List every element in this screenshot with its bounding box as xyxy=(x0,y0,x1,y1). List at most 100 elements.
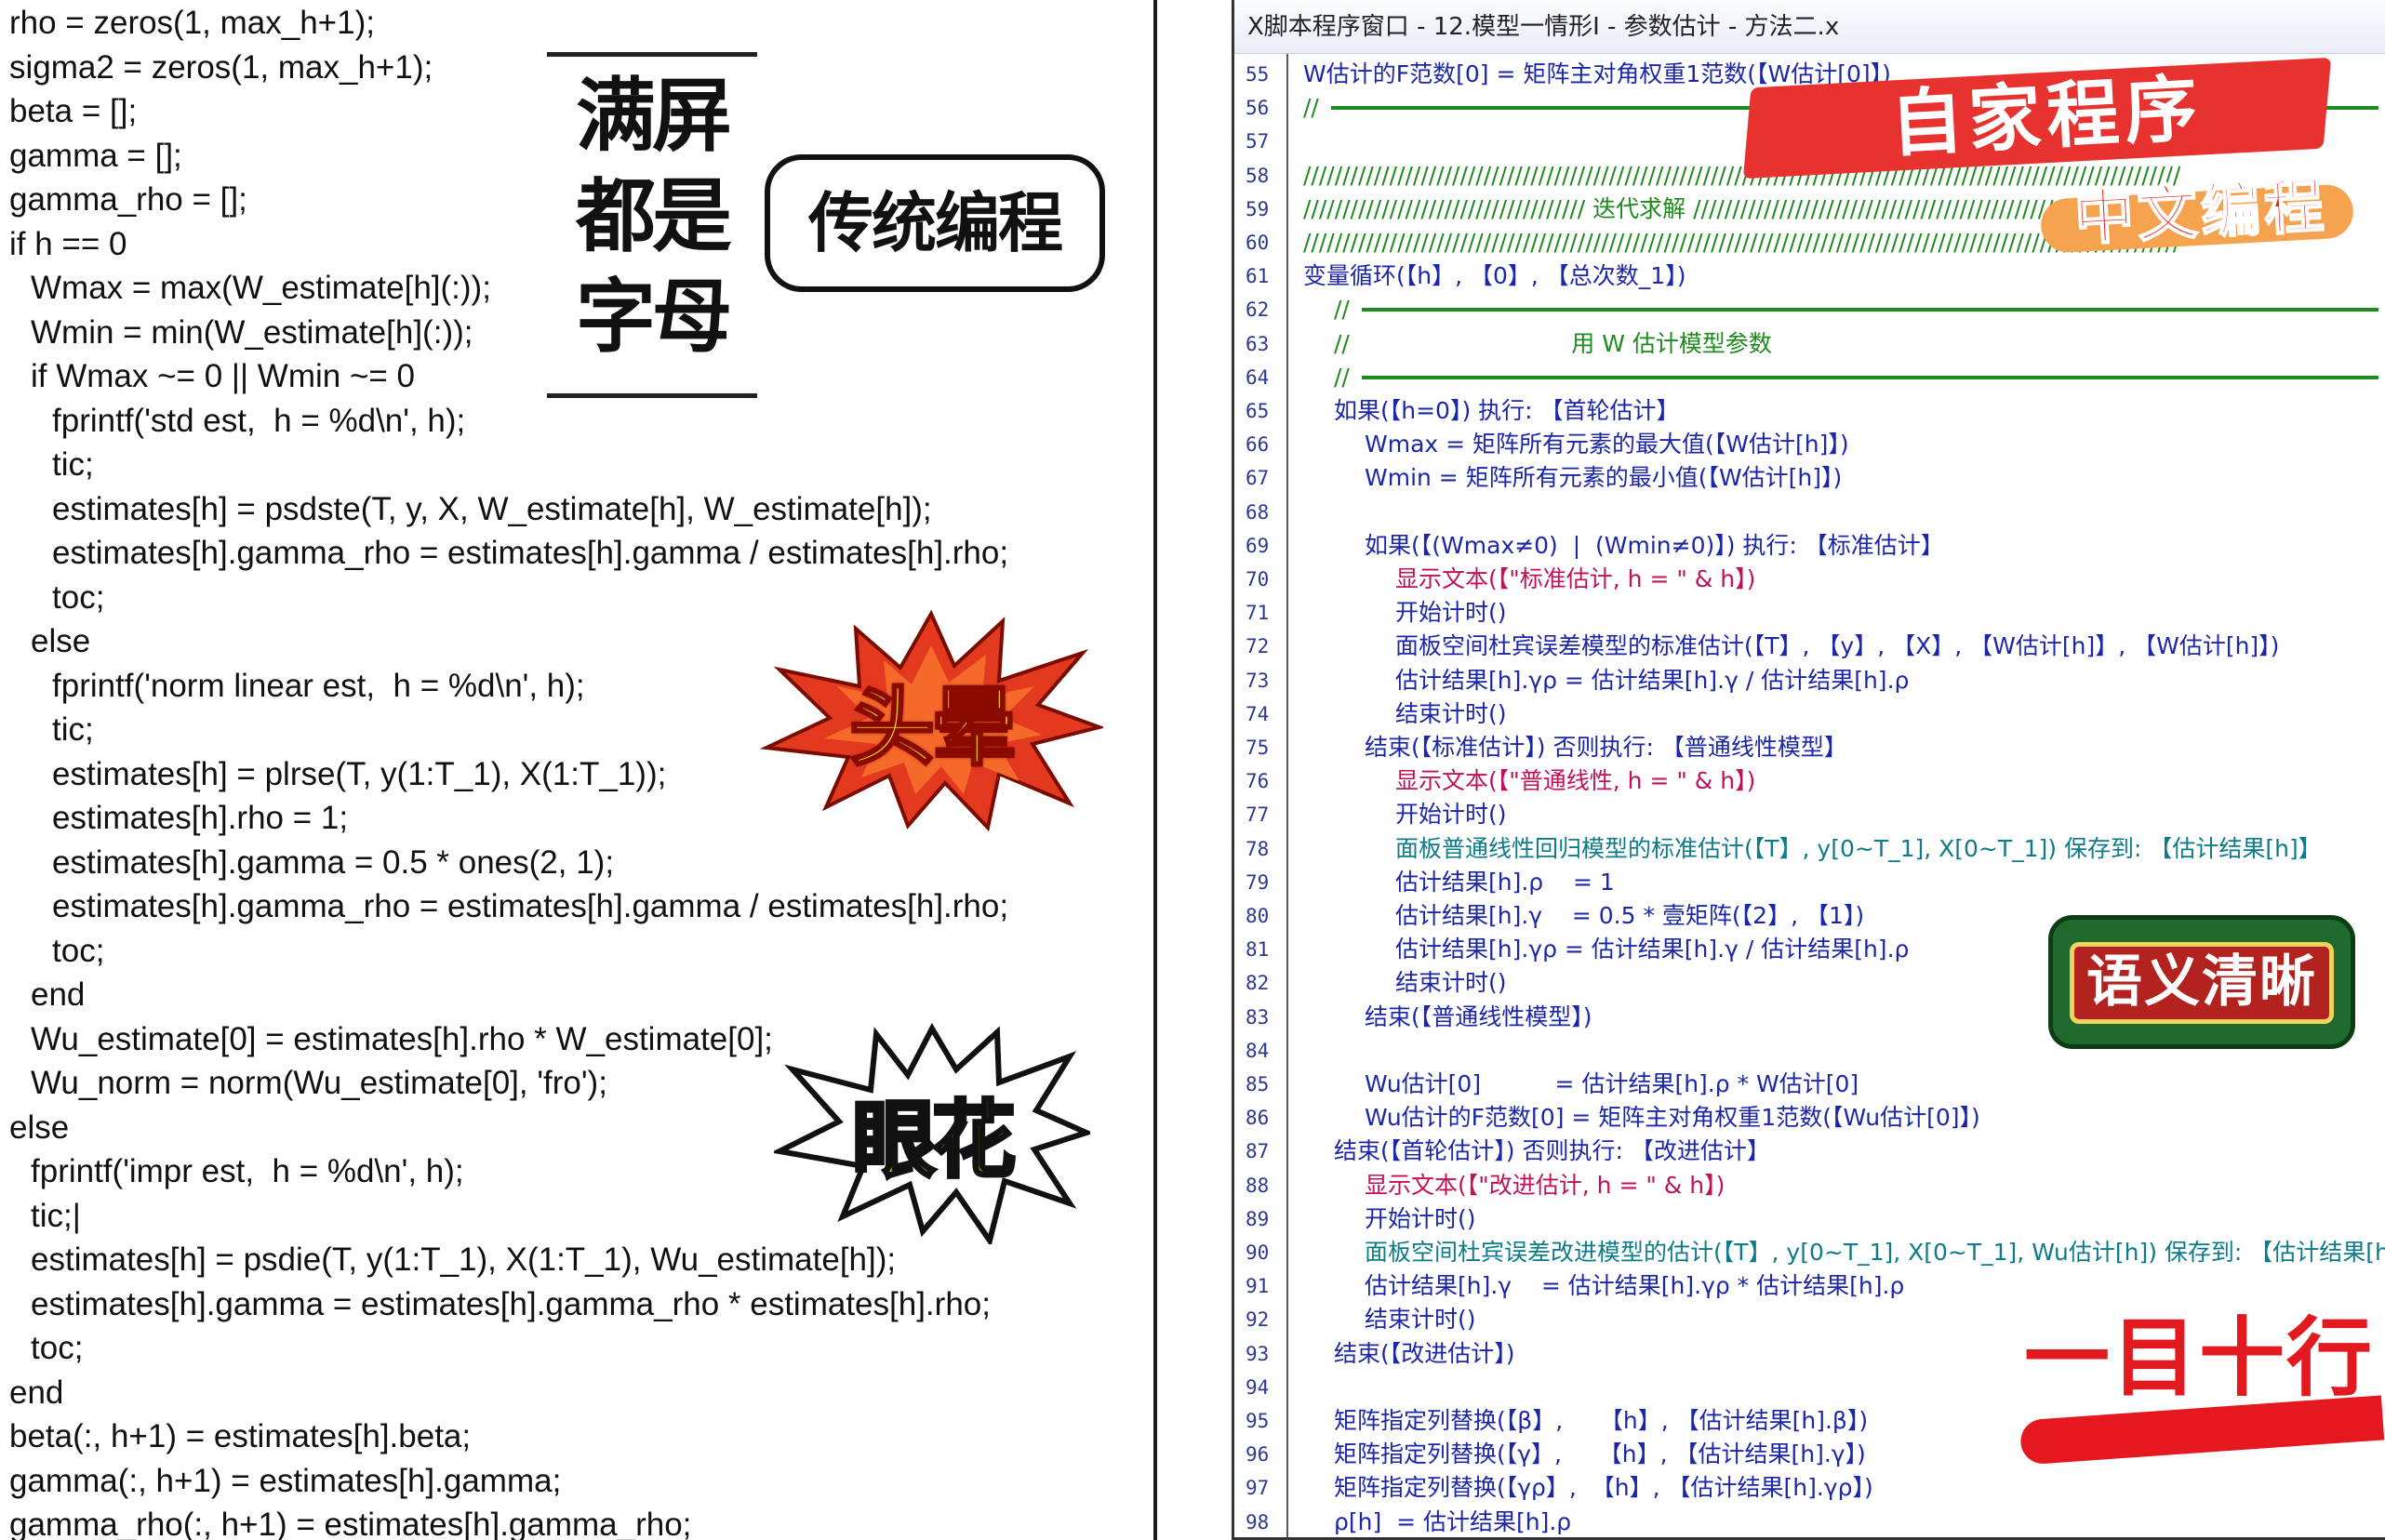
line-number: 62 xyxy=(1246,299,1270,322)
line-number: 80 xyxy=(1246,905,1270,927)
code-line[interactable]: 结束(【普通线性模型】) xyxy=(1365,1001,1592,1034)
line-number: 77 xyxy=(1246,803,1270,827)
comment-divider-rule xyxy=(1362,375,2378,379)
line-number: 88 xyxy=(1246,1174,1270,1197)
line-number: 73 xyxy=(1246,669,1270,692)
code-line[interactable]: 如果(【h=0】) 执行: 【首轮估计】 xyxy=(1334,394,1680,428)
code-line[interactable]: 如果(【(Wmax≠0) | (Wmin≠0)】) 执行: 【标准估计】 xyxy=(1365,529,1944,563)
code-line[interactable]: 估计结果[h].γρ = 估计结果[h].γ / 估计结果[h].ρ xyxy=(1395,933,1909,966)
line-number: 76 xyxy=(1246,770,1270,793)
line-number: 92 xyxy=(1246,1308,1270,1332)
line-number-gutter: 55 56 57 58 59 60 61 62 63 64 65 66 67 68 69 70 71 72 73 74… xyxy=(1234,54,1288,1537)
code-line[interactable]: 矩阵指定列替换(【γρ】, 【h】, 【估计结果[h].γρ】) xyxy=(1334,1471,1873,1505)
left-code-line: sigma2 = zeros(1, max_h+1); xyxy=(9,48,433,86)
badge-read-at-a-glance: 一目十行 xyxy=(2015,1298,2385,1475)
code-line[interactable]: 估计结果[h].ρ = 1 xyxy=(1395,866,1615,899)
code-line[interactable]: Wmax = 矩阵所有元素的最大值(【W估计[h]】) xyxy=(1365,428,1849,461)
left-code-line: end xyxy=(9,1374,64,1411)
line-number: 86 xyxy=(1246,1107,1270,1130)
line-number: 64 xyxy=(1246,365,1270,389)
code-line[interactable]: 结束(【首轮估计】) 否则执行: 【改进估计】 xyxy=(1334,1135,1770,1168)
badge-glance-text: 一目十行 xyxy=(2023,1308,2374,1408)
line-number: 89 xyxy=(1246,1207,1270,1230)
code-line[interactable]: 面板空间杜宾误差模型的标准估计(【T】, 【y】, 【X】, 【W估计[h]】,… xyxy=(1395,630,2279,663)
line-number: 71 xyxy=(1246,602,1270,625)
code-line[interactable]: 开始计时() xyxy=(1395,596,1507,630)
code-line[interactable]: 面板普通线性回归模型的标准估计(【T】, y[0~T_1], X[0~T_1])… xyxy=(1395,832,2322,866)
left-code-line: Wu_estimate[0] = estimates[h].rho * W_es… xyxy=(31,1020,773,1057)
left-code-line: Wmin = min(W_estimate[h](:)); xyxy=(31,313,473,351)
code-line[interactable]: 矩阵指定列替换(【β】, 【h】, 【估计结果[h].β】) xyxy=(1334,1404,1868,1438)
left-code-line: gamma(:, h+1) = estimates[h].gamma; xyxy=(9,1462,562,1499)
line-number: 66 xyxy=(1246,433,1270,457)
code-line[interactable]: 估计结果[h].γρ = 估计结果[h].γ / 估计结果[h].ρ xyxy=(1395,664,1909,697)
code-line[interactable]: 显示文本(【"普通线性, h = " & h】) xyxy=(1395,764,1755,798)
code-line[interactable]: Wmin = 矩阵所有元素的最小值(【W估计[h]】) xyxy=(1365,461,1842,495)
line-number: 65 xyxy=(1246,400,1270,422)
line-number: 98 xyxy=(1246,1510,1270,1533)
line-number: 83 xyxy=(1246,1005,1270,1029)
left-code-line: beta(:, h+1) = estimates[h].beta; xyxy=(9,1418,472,1454)
line-number: 85 xyxy=(1246,1073,1270,1095)
code-line[interactable]: 估计结果[h].γ = 估计结果[h].γρ * 估计结果[h].ρ xyxy=(1365,1269,1904,1303)
left-code-line: beta = []; xyxy=(9,93,138,129)
left-code-line: Wmax = max(W_estimate[h](:)); xyxy=(31,270,491,306)
line-number: 93 xyxy=(1246,1342,1270,1365)
line-number: 63 xyxy=(1246,332,1270,355)
left-code-line: estimates[h].rho = 1; xyxy=(52,800,349,836)
line-number: 87 xyxy=(1246,1140,1270,1163)
left-code-line: estimates[h].gamma = 0.5 * ones(2, 1); xyxy=(52,843,615,881)
sticker-traditional-programming: 传统编程 xyxy=(765,154,1105,292)
line-number: 95 xyxy=(1246,1410,1270,1432)
line-number: 82 xyxy=(1246,972,1270,995)
badge-homemade-text: 自家程序 xyxy=(1888,67,2205,167)
sticker-full-of-letters: 满屏 都是 字母 xyxy=(547,52,757,398)
line-number: 74 xyxy=(1246,702,1270,725)
code-line[interactable]: 开始计时() xyxy=(1365,1202,1476,1236)
code-line[interactable]: 面板空间杜宾误差改进模型的估计(【T】, y[0~T_1], X[0~T_1],… xyxy=(1365,1236,2385,1269)
burst-dizzy: 头晕 xyxy=(759,608,1103,831)
line-number: 61 xyxy=(1246,265,1270,288)
left-code-line: toc; xyxy=(52,932,105,969)
line-number: 69 xyxy=(1246,534,1270,557)
left-code-line: gamma_rho(:, h+1) = estimates[h].gamma_r… xyxy=(9,1507,692,1540)
code-line[interactable]: Wu估计[0] = 估计结果[h].ρ * W估计[0] xyxy=(1365,1068,1859,1101)
comment-line[interactable]: // 用 W 估计模型参数 xyxy=(1334,327,1772,361)
line-number: 59 xyxy=(1246,197,1270,220)
comment-line[interactable]: // xyxy=(1334,361,1350,394)
comment-line[interactable]: // xyxy=(1303,91,1319,125)
sticker-line-3: 字母 xyxy=(576,271,732,364)
code-line[interactable]: 结束(【改进估计】) xyxy=(1334,1337,1515,1371)
window-title-bar[interactable]: X脚本程序窗口 - 12.模型一情形I - 参数估计 - 方法二.x xyxy=(1234,0,2385,54)
code-line[interactable]: 估计结果[h].γ = 0.5 * 壹矩阵(【2】, 【1】) xyxy=(1395,899,1864,933)
code-line[interactable]: 显示文本(【"改进估计, h = " & h】) xyxy=(1365,1169,1725,1202)
code-line[interactable]: 结束计时() xyxy=(1395,697,1507,731)
left-code-line: estimates[h] = psdie(T, y(1:T_1), X(1:T_… xyxy=(31,1241,897,1278)
badge-homemade-program: 自家程序 xyxy=(1730,57,2363,179)
code-line[interactable]: 结束计时() xyxy=(1395,966,1507,1000)
left-code-line: tic;| xyxy=(31,1197,81,1234)
left-code-line: fprintf('impr est, h = %d\n', h); xyxy=(31,1153,464,1189)
line-number: 94 xyxy=(1246,1375,1270,1399)
left-code-line: toc; xyxy=(52,578,105,616)
code-line[interactable]: 显示文本(【"标准估计, h = " & h】) xyxy=(1395,563,1755,596)
left-code-line: rho = zeros(1, max_h+1); xyxy=(9,5,375,41)
code-line[interactable]: ρ[h] = 估计结果[h].ρ xyxy=(1334,1506,1571,1537)
left-code-line: gamma = []; xyxy=(9,137,182,174)
left-code-line: estimates[h] = plrse(T, y(1:T_1), X(1:T_… xyxy=(52,755,667,792)
left-code-line: fprintf('std est, h = %d\n', h); xyxy=(52,402,466,439)
left-code-line: gamma_rho = []; xyxy=(9,181,247,218)
comment-line[interactable]: // xyxy=(1334,293,1350,326)
code-line[interactable]: 变量循环(【h】, 【0】, 【总次数_1】) xyxy=(1303,259,1685,293)
left-code-line: end xyxy=(31,976,86,1013)
line-number: 91 xyxy=(1246,1275,1270,1298)
line-number: 68 xyxy=(1246,500,1270,524)
code-line[interactable]: 矩阵指定列替换(【γ】, 【h】, 【估计结果[h].γ】) xyxy=(1334,1438,1866,1471)
line-number: 67 xyxy=(1246,467,1270,490)
code-line[interactable]: 结束(【标准估计】) 否则执行: 【普通线性模型】 xyxy=(1365,731,1847,764)
badge-chinese-programming: 中文编程 xyxy=(2039,171,2361,255)
code-line[interactable]: 结束计时() xyxy=(1365,1303,1476,1336)
code-line[interactable]: 开始计时() xyxy=(1395,798,1507,831)
badge-semantic-text: 语义清晰 xyxy=(2086,949,2317,1015)
code-line[interactable]: Wu估计的F范数[0] = 矩阵主对角权重1范数(【Wu估计[0]】) xyxy=(1365,1101,1980,1135)
